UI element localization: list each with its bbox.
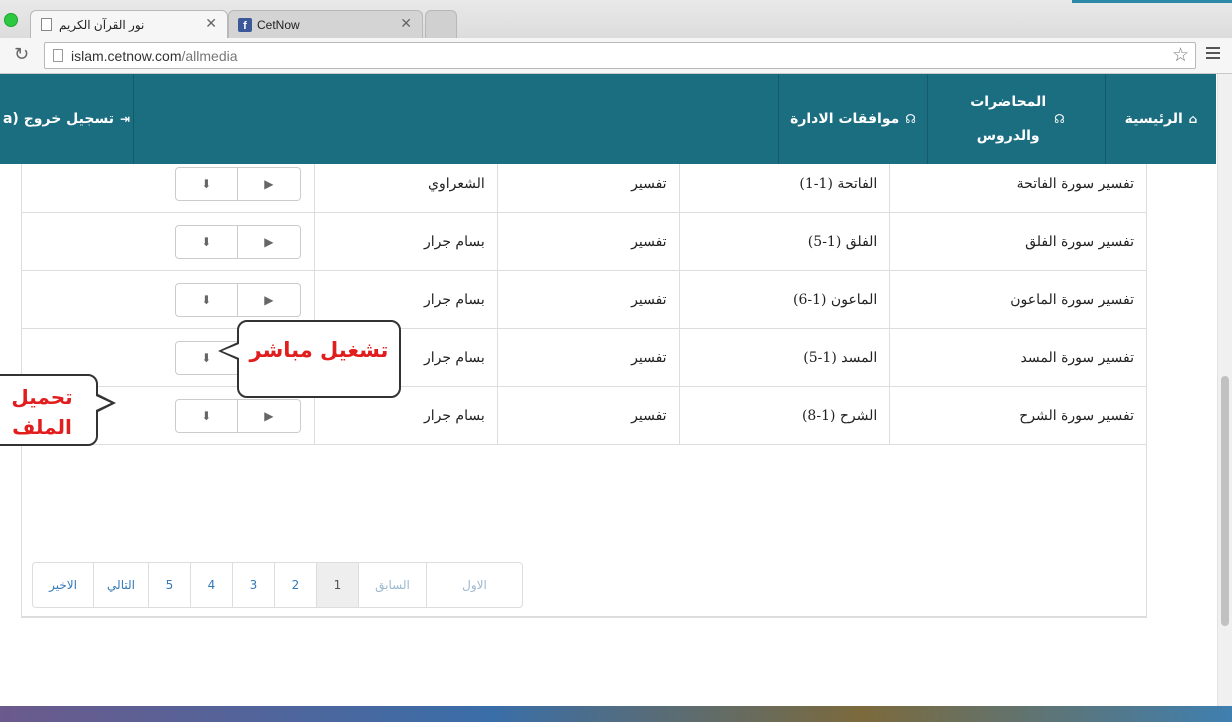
- download-icon: ⬇: [201, 408, 212, 423]
- pagination-page-3[interactable]: 3: [232, 563, 274, 607]
- play-button[interactable]: ▶: [237, 282, 301, 317]
- pagination: الاخير التالي 5 4 3 2 1 السابق الاول: [32, 562, 523, 608]
- download-button[interactable]: ⬇: [174, 398, 238, 433]
- tab-title: CetNow: [257, 18, 300, 32]
- cell-reference: الماعون (1-6): [678, 270, 891, 329]
- url-text[interactable]: islam.cetnow.com/allmedia: [71, 48, 238, 64]
- facebook-favicon-icon: f: [238, 18, 252, 32]
- play-button[interactable]: ▶: [237, 398, 301, 433]
- headphones-icon: ☊: [1054, 112, 1065, 126]
- close-tab-icon[interactable]: ✕: [400, 15, 412, 32]
- bookmark-star-icon[interactable]: ☆: [1172, 44, 1189, 66]
- tab-cetnow[interactable]: f CetNow ✕: [228, 10, 423, 38]
- nav-approvals[interactable]: ☊ موافقات الادارة: [778, 74, 927, 164]
- pagination-page-1[interactable]: 1: [316, 563, 358, 607]
- logout-icon: ⇥: [119, 112, 131, 126]
- nav-logout-label: تسجيل خروج (a: [2, 111, 114, 127]
- cell-reference: الفلق (1-5): [678, 212, 891, 271]
- pagination-page-5[interactable]: 5: [148, 563, 190, 607]
- page-icon: [53, 49, 63, 62]
- cell-type: تفسير: [496, 270, 680, 329]
- page-favicon-icon: [41, 18, 52, 31]
- tabbar-accent: [1072, 0, 1232, 3]
- cell-author: بسام جرار: [313, 212, 498, 271]
- cell-title: تفسير سورة المسد: [889, 328, 1147, 387]
- cell-title: تفسير سورة الشرح: [889, 386, 1147, 445]
- url-path: /allmedia: [181, 48, 238, 64]
- page-viewport: ⌂ الرئيسية ☊ المحاضرات والدروس ☊ موافقات…: [0, 74, 1232, 722]
- play-callout: تشغيل مباشر: [237, 320, 401, 398]
- tab-active[interactable]: نور القرآن الكريم ✕: [30, 10, 228, 38]
- play-button[interactable]: ▶: [237, 166, 301, 201]
- download-callout: تحميل الملف: [0, 374, 98, 446]
- cell-title: تفسير سورة الفلق: [889, 212, 1147, 271]
- scrollbar-thumb[interactable]: [1221, 376, 1229, 626]
- cell-title: تفسير سورة الماعون: [889, 270, 1147, 329]
- play-button[interactable]: ▶: [237, 224, 301, 259]
- download-icon: ⬇: [201, 176, 212, 191]
- reload-icon[interactable]: ↻: [14, 44, 29, 65]
- pagination-prev: السابق: [358, 563, 426, 607]
- nav-home-label: الرئيسية: [1124, 111, 1183, 127]
- headphones-icon: ☊: [905, 112, 916, 126]
- pagination-page-4[interactable]: 4: [190, 563, 232, 607]
- table-row: تفسير سورة الماعون الماعون (1-6) تفسير بسام…: [21, 270, 1147, 329]
- nav-lectures-label: المحاضرات والدروس: [970, 94, 1047, 144]
- close-tab-icon[interactable]: ✕: [205, 15, 217, 32]
- media-actions: ⬇▶: [174, 398, 302, 433]
- url-host: islam.cetnow.com: [71, 48, 182, 64]
- cell-actions: ⬇▶: [21, 212, 315, 271]
- nav-approvals-label: موافقات الادارة: [790, 111, 900, 127]
- table-row: تفسير سورة الفلق الفلق (1-5) تفسير بسام جرا…: [21, 212, 1147, 271]
- home-icon: ⌂: [1188, 112, 1198, 126]
- play-icon: ▶: [264, 176, 274, 191]
- pagination-last[interactable]: الاخير: [33, 563, 93, 607]
- new-tab-button[interactable]: [425, 10, 457, 38]
- download-icon: ⬇: [201, 234, 212, 249]
- download-icon: ⬇: [201, 292, 212, 307]
- cell-reference: الشرح (1-8): [678, 386, 891, 445]
- table-row: تفسير سورة الشرح الشرح (1-8) تفسير بسام جرا…: [21, 386, 1147, 445]
- pagination-page-2[interactable]: 2: [274, 563, 316, 607]
- callout-pointer: [96, 396, 111, 410]
- desktop-taskbar: [0, 706, 1232, 722]
- media-actions: ⬇▶: [174, 224, 302, 259]
- site-navbar: ⌂ الرئيسية ☊ المحاضرات والدروس ☊ موافقات…: [0, 74, 1216, 164]
- browser-tab-bar: نور القرآن الكريم ✕ f CetNow ✕: [0, 0, 1232, 38]
- tab-title: نور القرآن الكريم: [59, 18, 145, 32]
- nav-home[interactable]: ⌂ الرئيسية: [1105, 74, 1216, 164]
- media-actions: ⬇▶: [174, 282, 302, 317]
- download-button[interactable]: ⬇: [174, 282, 238, 317]
- callout-pointer: [222, 344, 239, 358]
- browser-menu-icon[interactable]: [1206, 47, 1220, 62]
- cell-type: تفسير: [496, 386, 680, 445]
- address-bar[interactable]: islam.cetnow.com/allmedia ☆: [44, 42, 1196, 69]
- pagination-first: الاول: [426, 563, 522, 607]
- cell-type: تفسير: [496, 328, 680, 387]
- play-icon: ▶: [264, 292, 274, 307]
- table-row: تفسير سورة المسد المسد (1-5) تفسير بسام جرا…: [21, 328, 1147, 387]
- play-icon: ▶: [264, 234, 274, 249]
- cell-reference: المسد (1-5): [678, 328, 891, 387]
- media-actions: ⬇▶: [174, 166, 302, 201]
- cell-type: تفسير: [496, 212, 680, 271]
- pagination-next[interactable]: التالي: [93, 563, 148, 607]
- nav-lectures[interactable]: ☊ المحاضرات والدروس: [927, 74, 1105, 164]
- panel-bottom-border: [21, 617, 1147, 618]
- nav-logout[interactable]: ⇥ تسجيل خروج (a: [0, 74, 134, 164]
- download-button[interactable]: ⬇: [174, 166, 238, 201]
- download-icon: ⬇: [201, 350, 212, 365]
- play-icon: ▶: [264, 408, 274, 423]
- download-button[interactable]: ⬇: [174, 224, 238, 259]
- page-scrollbar[interactable]: [1217, 74, 1232, 722]
- window-maximize-button[interactable]: [4, 13, 18, 27]
- browser-toolbar: ↻ islam.cetnow.com/allmedia ☆: [0, 38, 1232, 74]
